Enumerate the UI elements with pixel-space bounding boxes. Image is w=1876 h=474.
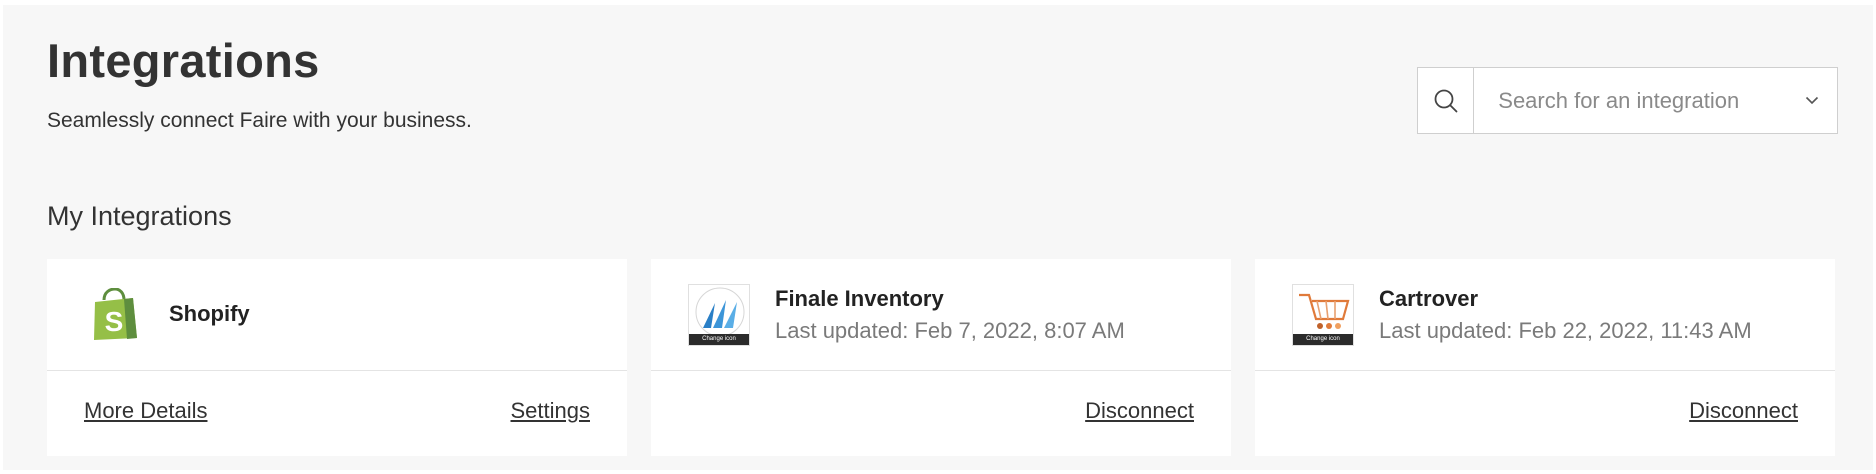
page-subtitle: Seamlessly connect Faire with your busin… (47, 109, 472, 132)
cartrover-logo-icon: Change icon (1292, 284, 1354, 346)
search-input[interactable] (1474, 68, 1787, 133)
card-header: Change icon Cartrover Last updated: Feb … (1255, 259, 1835, 371)
chevron-down-icon[interactable] (1786, 68, 1837, 133)
search-icon[interactable] (1418, 68, 1475, 133)
change-icon-caption: Change icon (689, 334, 749, 345)
page-title: Integrations (47, 34, 320, 87)
disconnect-button[interactable]: Disconnect (1689, 398, 1798, 424)
shopify-logo-icon: S (91, 287, 139, 341)
last-updated-text: Last updated: Feb 22, 2022, 11:43 AM (1379, 318, 1752, 343)
integrations-page: Integrations Seamlessly connect Faire wi… (3, 5, 1873, 470)
finale-inventory-logo-icon: Change icon (688, 284, 750, 346)
integration-card-shopify: S Shopify More Details Settings (47, 259, 627, 456)
integration-card-cartrover: Change icon Cartrover Last updated: Feb … (1255, 259, 1835, 456)
card-header: Change icon Finale Inventory Last update… (651, 259, 1231, 371)
card-actions: More Details Settings (47, 371, 627, 456)
card-actions: Disconnect (1255, 371, 1835, 456)
integration-name: Finale Inventory (775, 286, 944, 311)
integration-card-finale-inventory: Change icon Finale Inventory Last update… (651, 259, 1231, 456)
svg-text:S: S (105, 306, 124, 337)
card-header: S Shopify (47, 259, 627, 371)
disconnect-button[interactable]: Disconnect (1085, 398, 1194, 424)
last-updated-text: Last updated: Feb 7, 2022, 8:07 AM (775, 318, 1125, 343)
section-title: My Integrations (47, 201, 232, 231)
integration-name: Cartrover (1379, 286, 1479, 311)
more-details-link[interactable]: More Details (84, 398, 207, 424)
integration-search[interactable] (1417, 67, 1838, 134)
settings-link[interactable]: Settings (511, 398, 591, 424)
change-icon-caption: Change icon (1293, 334, 1353, 345)
card-actions: Disconnect (651, 371, 1231, 456)
integration-name: Shopify (169, 301, 250, 326)
